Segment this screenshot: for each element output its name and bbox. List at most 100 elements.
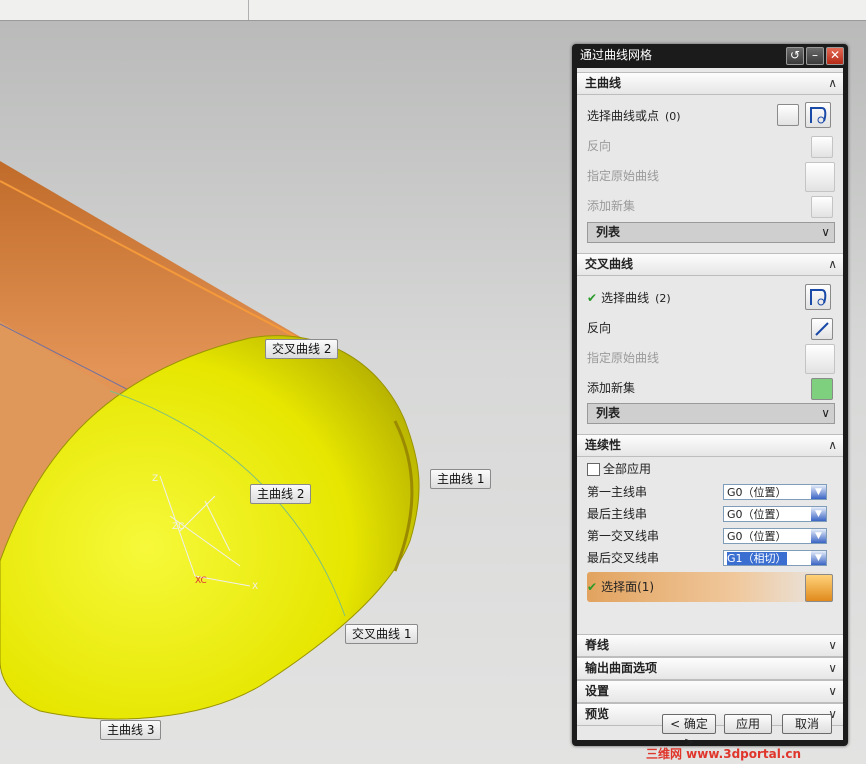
primary-reverse-label: 反向 bbox=[587, 139, 612, 153]
top-toolbar bbox=[0, 0, 866, 21]
select-count: (0) bbox=[665, 110, 681, 123]
cross-origin-label: 指定原始曲线 bbox=[587, 351, 660, 365]
curve-mesh-dialog: 通过曲线网格 ↺ – ✕ 主曲线 ∧ 选择曲线或点 (0) 反向 指定原始曲线 添… bbox=[572, 44, 848, 746]
section-label: 连续性 bbox=[585, 438, 622, 452]
apply-all-row[interactable]: 全部应用 bbox=[577, 458, 843, 480]
chevron-down-icon[interactable]: ∨ bbox=[821, 223, 830, 242]
continuity-row: 最后交叉线串 G1（相切） ▼ bbox=[577, 547, 843, 569]
dropdown-arrow-icon[interactable]: ▼ bbox=[811, 507, 826, 521]
section-label: 脊线 bbox=[585, 638, 610, 652]
select-curve-or-point-row: 选择曲线或点 (0) bbox=[577, 102, 843, 130]
chevron-down-icon[interactable]: ∨ bbox=[828, 658, 837, 679]
origin-curve-icon[interactable] bbox=[805, 162, 835, 192]
section-cross-curves[interactable]: 交叉曲线 ∧ bbox=[577, 253, 843, 276]
reverse-direction-icon[interactable] bbox=[811, 136, 833, 158]
select-count: (2) bbox=[655, 292, 671, 305]
axis-label-zc: ZC bbox=[172, 522, 184, 532]
apply-button[interactable]: 应用 bbox=[724, 714, 772, 734]
check-icon: ✔ bbox=[587, 291, 598, 305]
cross-reverse-label: 反向 bbox=[587, 321, 612, 335]
apply-all-checkbox[interactable] bbox=[587, 463, 600, 476]
chevron-up-icon[interactable]: ∧ bbox=[828, 73, 837, 94]
apply-all-label: 全部应用 bbox=[603, 462, 652, 476]
add-new-set-icon[interactable] bbox=[811, 378, 833, 400]
primary-origin-row: 指定原始曲线 bbox=[577, 162, 843, 192]
continuity-label: 最后主线串 bbox=[587, 507, 648, 521]
cross-list-header[interactable]: 列表 ∨ bbox=[587, 403, 835, 424]
face-count: (1) bbox=[637, 580, 655, 594]
callout-primary-curve-1: 主曲线 1 bbox=[430, 469, 492, 489]
curve-select-icon[interactable] bbox=[805, 102, 831, 128]
cross-origin-row: 指定原始曲线 bbox=[577, 344, 843, 374]
cross-add-set-label: 添加新集 bbox=[587, 381, 636, 395]
callout-cross-curve-1: 交叉曲线 1 bbox=[345, 624, 419, 644]
select-value: G0（位置） bbox=[727, 530, 787, 543]
dropdown-arrow-icon[interactable]: ▼ bbox=[811, 551, 826, 565]
cancel-button[interactable]: 取消 bbox=[782, 714, 832, 734]
continuity-select[interactable]: G0（位置） ▼ bbox=[723, 484, 827, 500]
list-label: 列表 bbox=[596, 225, 621, 239]
section-primary-curves[interactable]: 主曲线 ∧ bbox=[577, 72, 843, 95]
add-new-set-icon[interactable] bbox=[811, 196, 833, 218]
continuity-select[interactable]: G1（相切） ▼ bbox=[723, 550, 827, 566]
section-output-options[interactable]: 输出曲面选项 ∨ bbox=[577, 657, 843, 680]
dialog-title: 通过曲线网格 bbox=[580, 48, 653, 62]
callout-primary-curve-3: 主曲线 3 bbox=[100, 720, 162, 740]
cross-reverse-row: 反向 bbox=[577, 314, 843, 342]
dialog-titlebar[interactable]: 通过曲线网格 ↺ – ✕ bbox=[572, 44, 848, 66]
section-label: 主曲线 bbox=[585, 76, 622, 90]
chevron-down-icon[interactable]: ∨ bbox=[821, 404, 830, 423]
dropdown-arrow-icon[interactable]: ▼ bbox=[811, 529, 826, 543]
section-label: 输出曲面选项 bbox=[585, 661, 658, 675]
cross-add-set-row: 添加新集 bbox=[577, 374, 843, 402]
callout-cross-curve-2: 交叉曲线 2 bbox=[265, 339, 339, 359]
ok-button[interactable]: < 确定 > bbox=[662, 714, 716, 749]
section-label: 设置 bbox=[585, 684, 610, 698]
continuity-row: 第一交叉线串 G0（位置） ▼ bbox=[577, 525, 843, 547]
select-value: G0（位置） bbox=[727, 508, 787, 521]
minimize-icon[interactable]: – bbox=[806, 47, 824, 65]
section-label: 交叉曲线 bbox=[585, 257, 634, 271]
reset-icon[interactable]: ↺ bbox=[786, 47, 804, 65]
select-value: G1（相切） bbox=[727, 552, 787, 565]
primary-list-header[interactable]: 列表 ∨ bbox=[587, 222, 835, 243]
close-icon[interactable]: ✕ bbox=[826, 47, 844, 65]
dropdown-arrow-icon[interactable]: ▼ bbox=[811, 485, 826, 499]
section-spine[interactable]: 脊线 ∨ bbox=[577, 634, 843, 657]
reverse-direction-icon[interactable] bbox=[811, 318, 833, 340]
chevron-up-icon[interactable]: ∧ bbox=[828, 254, 837, 275]
primary-add-set-row: 添加新集 bbox=[577, 192, 843, 220]
point-dialog-icon[interactable] bbox=[777, 104, 799, 126]
origin-curve-icon[interactable] bbox=[805, 344, 835, 374]
continuity-select[interactable]: G0（位置） ▼ bbox=[723, 506, 827, 522]
continuity-label: 第一主线串 bbox=[587, 485, 648, 499]
continuity-select[interactable]: G0（位置） ▼ bbox=[723, 528, 827, 544]
section-label: 预览 bbox=[585, 707, 610, 721]
primary-add-set-label: 添加新集 bbox=[587, 199, 636, 213]
section-continuity[interactable]: 连续性 ∧ bbox=[577, 434, 843, 457]
continuity-row: 第一主线串 G0（位置） ▼ bbox=[577, 481, 843, 503]
select-value: G0（位置） bbox=[727, 486, 787, 499]
continuity-label: 第一交叉线串 bbox=[587, 529, 660, 543]
continuity-label: 最后交叉线串 bbox=[587, 551, 660, 565]
chevron-up-icon[interactable]: ∧ bbox=[828, 435, 837, 456]
section-settings[interactable]: 设置 ∨ bbox=[577, 680, 843, 703]
axis-label-xc: XC bbox=[195, 576, 207, 586]
select-cross-curve-label: 选择曲线 bbox=[601, 291, 650, 305]
face-select-icon[interactable] bbox=[805, 574, 833, 602]
select-face-row[interactable]: ✔ 选择面(1) bbox=[587, 572, 835, 602]
dialog-body: 主曲线 ∧ 选择曲线或点 (0) 反向 指定原始曲线 添加新集 列表 ∨ 交叉曲… bbox=[577, 68, 843, 740]
axis-label-z: Z bbox=[152, 474, 158, 484]
primary-reverse-row: 反向 bbox=[577, 132, 843, 160]
select-face-label: 选择面 bbox=[601, 580, 638, 594]
chevron-down-icon[interactable]: ∨ bbox=[828, 635, 837, 656]
axis-label-x: X bbox=[252, 582, 258, 592]
watermark: 三维网 www.3dportal.cn bbox=[646, 747, 802, 761]
curve-select-icon[interactable] bbox=[805, 284, 831, 310]
select-cross-curve-row: ✔ 选择曲线 (2) bbox=[577, 284, 843, 312]
list-label: 列表 bbox=[596, 406, 621, 420]
check-icon: ✔ bbox=[587, 580, 598, 594]
callout-primary-curve-2: 主曲线 2 bbox=[250, 484, 312, 504]
chevron-down-icon[interactable]: ∨ bbox=[828, 681, 837, 702]
primary-origin-label: 指定原始曲线 bbox=[587, 169, 660, 183]
